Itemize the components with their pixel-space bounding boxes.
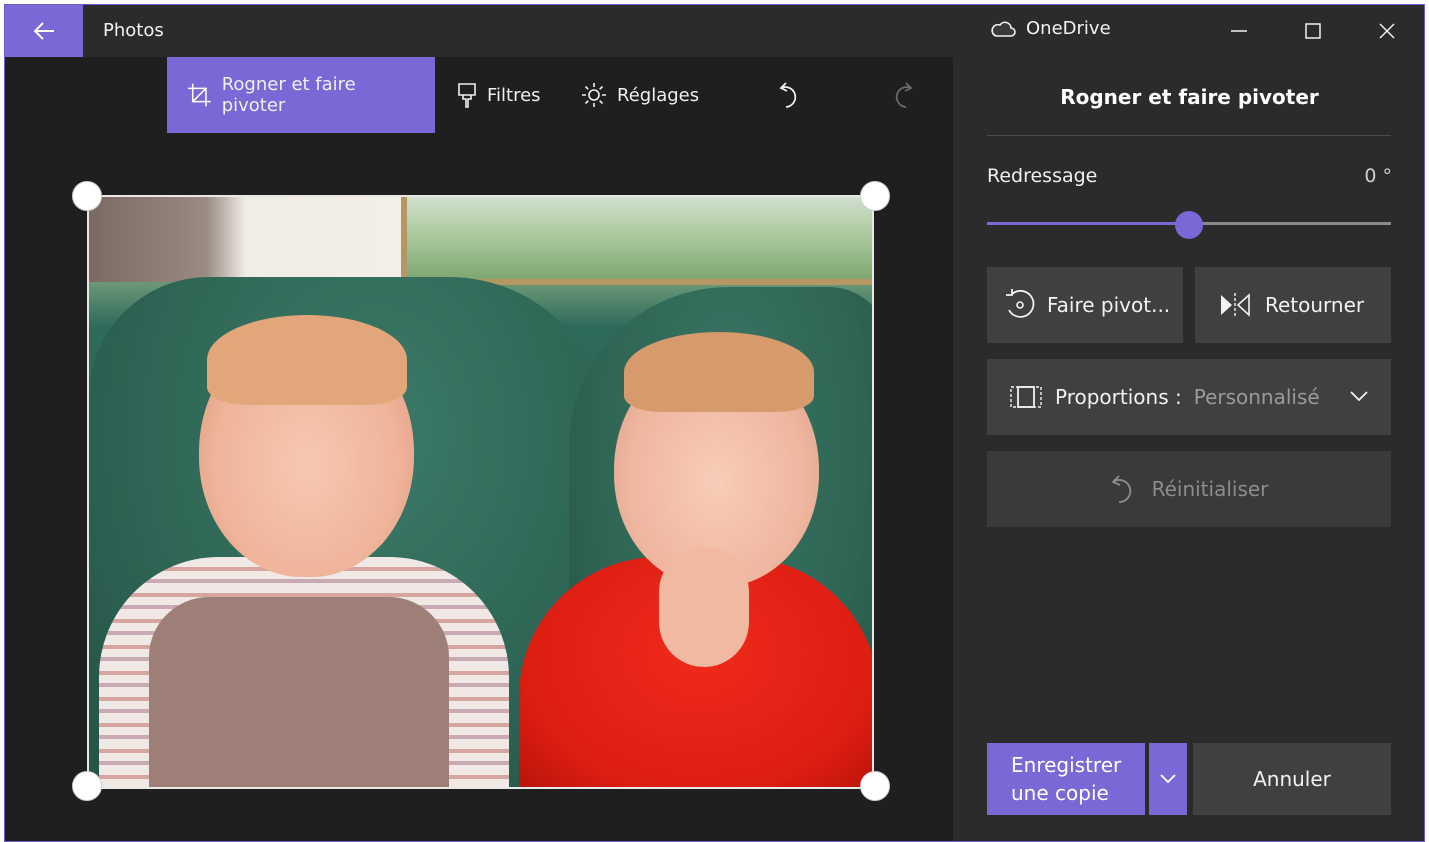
rotate-icon (1006, 289, 1035, 318)
photo-child-right-hair (624, 332, 814, 412)
redo-icon (895, 82, 913, 108)
reset-button[interactable]: Réinitialiser (987, 451, 1391, 527)
save-copy-button[interactable]: Enregistrer une copie (987, 743, 1145, 815)
onedrive-button[interactable]: OneDrive (990, 18, 1111, 39)
redo-button[interactable] (881, 75, 921, 115)
maximize-button[interactable] (1283, 5, 1343, 57)
paint-brush-icon (458, 83, 476, 108)
arrow-left-icon (33, 22, 54, 40)
close-icon (1379, 23, 1395, 39)
rotate-button[interactable]: Faire pivot... (987, 267, 1183, 343)
close-button[interactable] (1357, 5, 1417, 57)
flip-button[interactable]: Retourner (1195, 267, 1391, 343)
tab-crop-rotate[interactable]: Rogner et faire pivoter (167, 57, 435, 133)
reset-label: Réinitialiser (1151, 477, 1269, 501)
aspect-ratio-label: Proportions : (1055, 385, 1182, 409)
panel-title: Rogner et faire pivoter (1060, 85, 1319, 109)
image-canvas (5, 137, 953, 841)
tab-filters-label: Filtres (487, 84, 541, 106)
cloud-icon (991, 21, 1016, 37)
tab-adjustments-label: Réglages (617, 84, 700, 106)
crop-handle-bottom-left[interactable] (72, 771, 102, 801)
crop-handle-top-right[interactable] (860, 181, 890, 211)
flip-icon (1221, 293, 1250, 317)
divider (987, 135, 1391, 136)
crop-icon (187, 83, 211, 107)
photo-painting (401, 197, 872, 285)
undo-icon (1111, 475, 1131, 503)
slider-thumb[interactable] (1175, 211, 1203, 239)
title-bar: Photos OneDrive (5, 5, 1424, 57)
straighten-slider[interactable] (987, 211, 1391, 239)
slider-fill (987, 222, 1189, 225)
undo-icon (779, 82, 797, 108)
straighten-label: Redressage (987, 165, 1098, 187)
tab-filters[interactable]: Filtres (457, 57, 541, 133)
save-options-button[interactable] (1149, 743, 1187, 815)
minimize-button[interactable] (1209, 5, 1269, 57)
chevron-down-icon (1160, 774, 1176, 784)
straighten-value: 0 ° (1364, 165, 1392, 187)
photos-window: Photos OneDrive Rogner et faire pivoter (4, 4, 1425, 842)
photo-child-left-hair (207, 315, 407, 405)
photo-preview[interactable] (87, 195, 874, 789)
back-button[interactable] (5, 5, 83, 57)
flip-label: Retourner (1265, 293, 1365, 317)
crop-rotate-panel: Rogner et faire pivoter Redressage 0 ° F… (953, 57, 1424, 841)
chevron-down-icon (1350, 391, 1368, 402)
maximize-icon (1305, 23, 1321, 39)
save-copy-line1: Enregistrer (1011, 753, 1122, 777)
brightness-icon (582, 83, 606, 107)
aspect-ratio-value: Personnalisé (1193, 385, 1320, 409)
onedrive-label: OneDrive (1026, 18, 1111, 39)
tab-crop-rotate-label: Rogner et faire pivoter (221, 74, 356, 116)
edit-toolbar: Rogner et faire pivoter Filtres Réglages (5, 57, 953, 137)
minimize-icon (1231, 30, 1247, 32)
rotate-label: Faire pivot... (1047, 293, 1171, 317)
save-copy-line2: une copie (1011, 781, 1109, 805)
tab-adjustments[interactable]: Réglages (581, 57, 699, 133)
crop-handle-bottom-right[interactable] (860, 771, 890, 801)
undo-button[interactable] (771, 75, 811, 115)
photo-child-right-hands (659, 547, 749, 667)
aspect-ratio-icon (1010, 386, 1042, 408)
aspect-ratio-dropdown[interactable]: Proportions : Personnalisé (987, 359, 1391, 435)
photo-child-left-overalls (149, 597, 449, 787)
cancel-button[interactable]: Annuler (1193, 743, 1391, 815)
crop-handle-top-left[interactable] (72, 181, 102, 211)
app-title: Photos (103, 20, 164, 41)
